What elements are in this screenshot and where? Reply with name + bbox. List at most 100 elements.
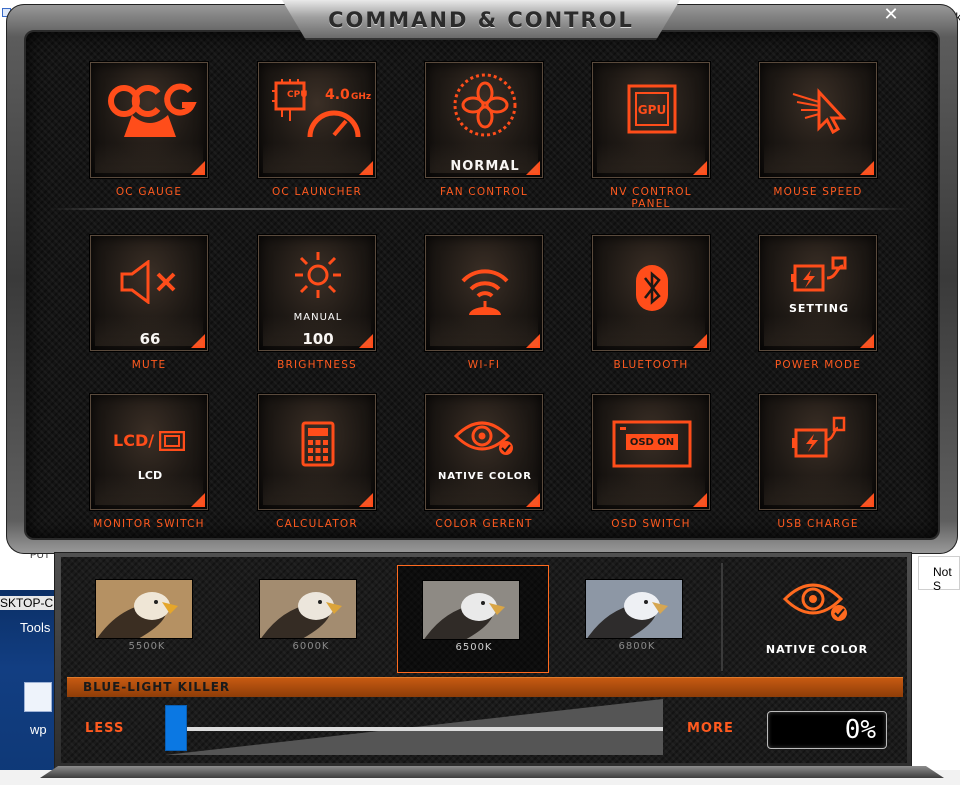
tile-label: POWER MODE [774,359,862,371]
color-panel: 5500K 6000K 6500K 6800K NATIVE COLOR BLU… [54,552,912,770]
tile-label: BLUETOOTH [613,359,689,371]
desktop-file-icon[interactable] [24,682,52,712]
eagle-thumbnail [259,579,357,639]
gpu-label: GPU [637,103,667,117]
blue-light-killer-title: BLUE-LIGHT KILLER [83,680,231,694]
row-divider [50,208,910,210]
tile-box: GPU [592,62,710,178]
tile-nv-control-panel[interactable]: GPU NV CONTROL PANEL [592,62,710,210]
mouse-cursor-icon [760,75,878,143]
tile-color-gerent[interactable]: NATIVE COLOR COLOR GERENT [425,394,543,530]
eagle-thumbnail [422,580,520,640]
tile-brightness[interactable]: MANUAL 100 BRIGHTNESS [258,235,376,371]
tile-usb-charge[interactable]: USB CHARGE [759,394,877,530]
panel-separator [721,563,723,671]
preset-6800k[interactable]: 6800K [561,565,713,673]
tile-label: NV CONTROL PANEL [610,186,692,210]
brightness-mode: MANUAL [293,312,343,323]
tile-corner-icon [359,334,373,348]
battery-plug-icon [760,254,878,298]
cpu-overclock-icon [259,75,377,143]
oc-gauge-icon [91,75,209,143]
tile-box [759,62,877,178]
tile-corner-icon [860,161,874,175]
tile-box: CPU 4.0 GHz [258,62,376,178]
tile-mouse-speed[interactable]: MOUSE SPEED [759,62,877,198]
tile-corner-icon [693,334,707,348]
tile-box: OSD ON [592,394,710,510]
tile-label: COLOR GERENT [435,518,533,530]
tile-corner-icon [359,161,373,175]
percent-display: 0% [767,711,887,749]
tile-calculator[interactable]: CALCULATOR [258,394,376,530]
tile-box [90,62,208,178]
more-label: MORE [687,721,734,736]
panel-bottom-bar [40,766,944,778]
color-mode-value: NATIVE COLOR [438,471,532,482]
native-color-button[interactable]: NATIVE COLOR [729,565,905,669]
speaker-mute-icon [91,254,209,310]
tile-label: BRIGHTNESS [277,359,357,371]
less-label: LESS [85,721,125,736]
cpu-label: CPU [287,90,308,100]
tile-box [258,394,376,510]
osd-status: OSD ON [629,437,675,448]
window-title: COMMAND & CONTROL [328,8,634,32]
tile-corner-icon [526,334,540,348]
preset-label: 6500K [455,642,493,653]
color-panel-body: 5500K 6000K 6500K 6800K NATIVE COLOR BLU… [61,557,907,763]
lcd-label: LCD/ [113,431,155,450]
tile-box [759,394,877,510]
tile-label: WI-FI [467,359,501,371]
tile-corner-icon [191,493,205,507]
tile-corner-icon [526,161,540,175]
tile-label: USB CHARGE [777,518,859,530]
sun-icon [259,250,377,300]
tile-corner-icon [359,493,373,507]
eagle-thumbnail [585,579,683,639]
calculator-icon [259,419,377,469]
tile-label: MONITOR SWITCH [93,518,205,530]
bluetooth-icon [593,254,711,322]
tile-label: OC LAUNCHER [271,186,363,198]
tile-box [592,235,710,351]
desktop-label: Tools [20,620,51,635]
cpu-frequency-unit: GHz [351,92,372,102]
tile-oc-gauge[interactable]: OC GAUGE [90,62,208,198]
tile-label: FAN CONTROL [440,186,528,198]
background-not-sure-button[interactable]: Not S [918,556,960,593]
blue-light-slider-thumb[interactable] [165,705,187,751]
fan-icon [426,71,544,139]
tile-corner-icon [191,334,205,348]
tile-label: OSD SWITCH [611,518,691,530]
cpu-frequency: 4.0 [325,87,350,103]
tile-box [425,235,543,351]
tile-oc-launcher[interactable]: CPU 4.0 GHz OC LAUNCHER [258,62,376,198]
eagle-thumbnail [95,579,193,639]
close-button[interactable]: ✕ [880,4,902,26]
preset-6500k[interactable]: 6500K [397,565,549,673]
tile-corner-icon [860,334,874,348]
percent-value: 0% [844,715,876,745]
usb-battery-icon [760,415,878,465]
tile-box: 66 [90,235,208,351]
eye-check-icon [782,579,849,627]
tile-corner-icon [693,493,707,507]
tile-power-mode[interactable]: SETTING POWER MODE [759,235,877,371]
tile-bluetooth[interactable]: BLUETOOTH [592,235,710,371]
preset-5500k[interactable]: 5500K [71,565,223,673]
tile-corner-icon [860,493,874,507]
tile-wifi[interactable]: WI-FI [425,235,543,371]
tile-monitor-switch[interactable]: LCD/ LCD MONITOR SWITCH [90,394,208,530]
tile-fan-control[interactable]: NORMAL FAN CONTROL [425,62,543,198]
blue-light-slider-track[interactable] [165,727,663,731]
preset-6000k[interactable]: 6000K [235,565,387,673]
eye-check-icon [426,413,544,459]
tile-mute[interactable]: 66 MUTE [90,235,208,371]
tile-label: CALCULATOR [276,518,358,530]
tile-label: MUTE [131,359,167,371]
monitor-mode-value: LCD [137,469,163,482]
wifi-icon [426,256,544,324]
preset-label: 6000K [292,641,330,652]
tile-osd-switch[interactable]: OSD ON OSD SWITCH [592,394,710,530]
